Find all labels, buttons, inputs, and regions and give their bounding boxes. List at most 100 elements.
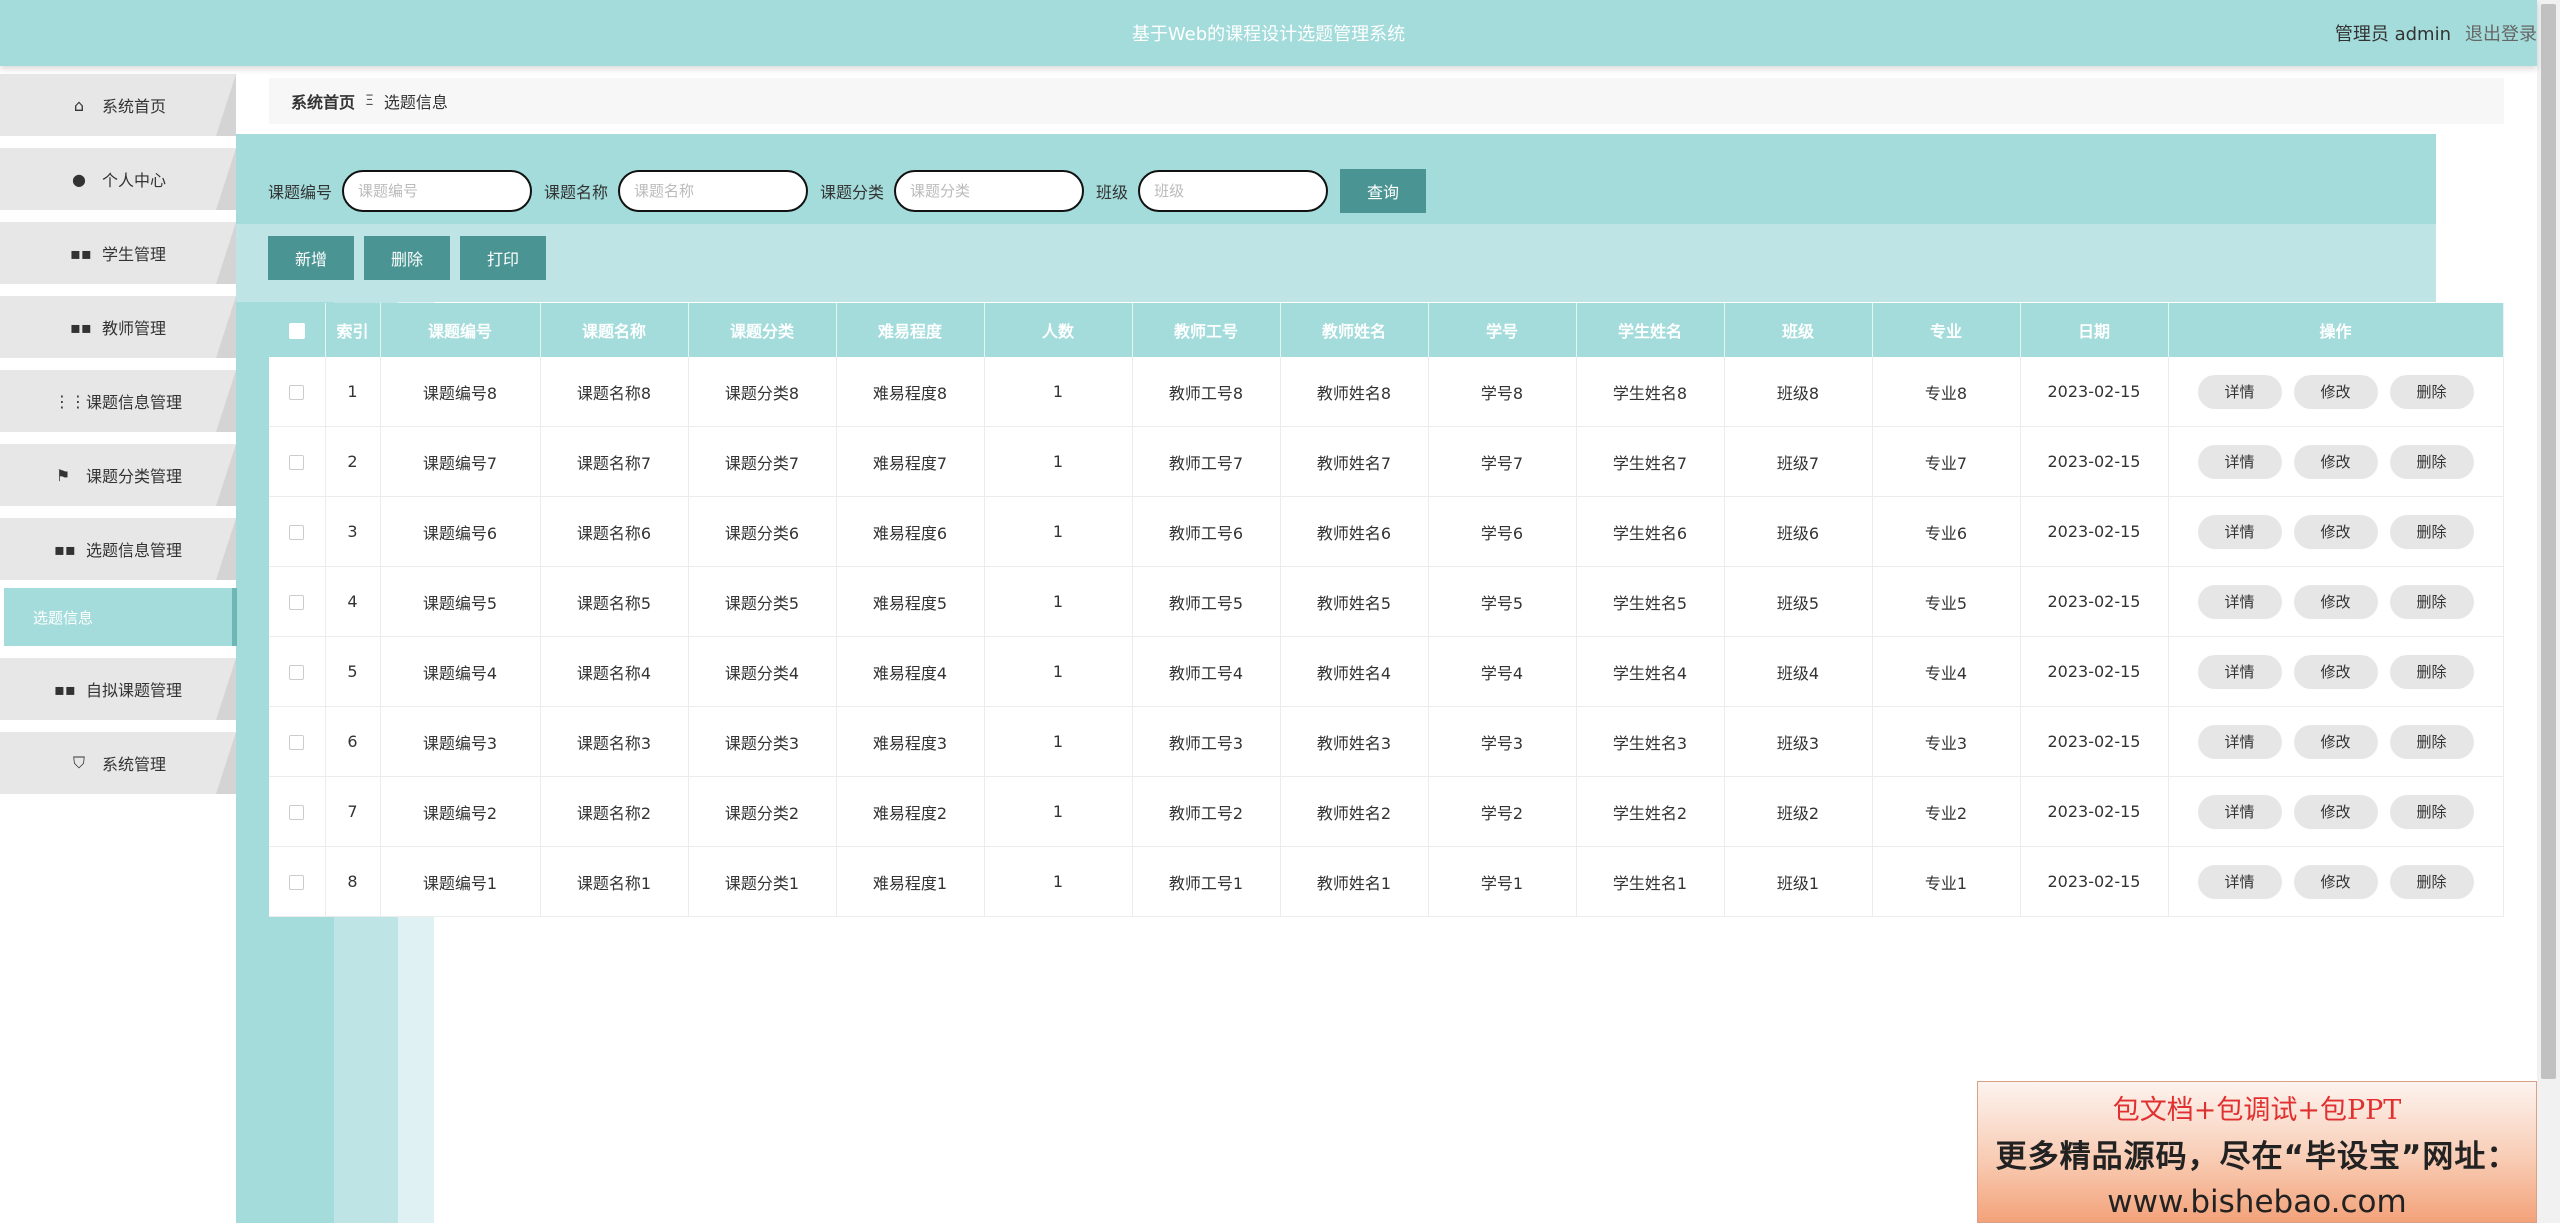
row-actions: 详情 修改 删除 [2168,846,2504,917]
column-header: 难易程度 [836,303,985,357]
sidebar-item-selection-info[interactable]: ▪▪ 选题信息管理 [0,518,236,580]
table-cell: 学生姓名5 [1576,566,1725,637]
topic-code-input[interactable] [342,170,533,212]
apps-icon: ⋮⋮ [53,391,86,411]
row-checkbox[interactable] [269,636,326,707]
table-cell: 4 [325,566,381,637]
sidebar-item-topic-info[interactable]: ⋮⋮ 课题信息管理 [0,370,236,432]
table-cell: 课题分类1 [688,846,837,917]
row-checkbox[interactable] [269,706,326,777]
table-cell: 学生姓名4 [1576,636,1725,707]
table-cell: 课题编号1 [380,846,541,917]
breadcrumb-home[interactable]: 系统首页 [291,89,355,113]
table-cell: 课题编号3 [380,706,541,777]
table-cell: 6 [325,706,381,777]
sidebar-item-students[interactable]: ▪▪ 学生管理 [0,222,236,284]
table-cell: 课题分类2 [688,776,837,847]
add-button[interactable]: 新增 [268,236,354,280]
delete-button[interactable]: 删除 [2389,514,2474,549]
edit-button[interactable]: 修改 [2293,584,2378,619]
detail-button[interactable]: 详情 [2197,654,2282,689]
edit-button[interactable]: 修改 [2293,514,2378,549]
edit-button[interactable]: 修改 [2293,864,2378,899]
row-checkbox[interactable] [269,776,326,847]
flag-icon: ⚑ [55,465,71,485]
select-all-checkbox[interactable] [269,303,326,357]
table-cell: 1 [984,776,1133,847]
sidebar-item-home[interactable]: ⌂ 系统首页 [0,74,236,136]
row-checkbox[interactable] [269,846,326,917]
detail-button[interactable]: 详情 [2197,794,2282,829]
table-cell: 课题编号8 [380,357,541,427]
table-cell: 教师工号3 [1132,706,1281,777]
delete-button[interactable]: 删除 [2389,794,2474,829]
row-checkbox[interactable] [269,566,326,637]
delete-button[interactable]: 删除 [2389,724,2474,759]
delete-button[interactable]: 删除 [2389,654,2474,689]
table-cell: 2023-02-15 [2020,706,2169,777]
table-cell: 课题分类4 [688,636,837,707]
table-cell: 1 [984,566,1133,637]
sidebar-item-topic-category[interactable]: ⚑ 课题分类管理 [0,444,236,506]
sidebar-item-custom-topic[interactable]: ▪▪ 自拟课题管理 [0,658,236,720]
delete-button[interactable]: 删除 [2389,444,2474,479]
column-header: 专业 [1872,303,2021,357]
edit-button[interactable]: 修改 [2293,374,2378,409]
edit-button[interactable]: 修改 [2293,654,2378,689]
column-header: 操作 [2168,303,2504,357]
sidebar-item-label: 课题信息管理 [85,393,182,412]
sidebar-subitem-selection[interactable]: 选题信息 [4,588,237,646]
table-cell: 7 [325,776,381,847]
table-cell: 2023-02-15 [2020,846,2169,917]
row-checkbox[interactable] [269,496,326,567]
row-checkbox[interactable] [269,426,326,497]
sidebar-item-system[interactable]: ⛉ 系统管理 [0,732,236,794]
table-cell: 2 [325,426,381,497]
delete-button[interactable]: 删除 [2389,374,2474,409]
table-cell: 班级8 [1724,357,1873,427]
detail-button[interactable]: 详情 [2197,864,2282,899]
delete-button[interactable]: 删除 [2389,864,2474,899]
table-cell: 专业7 [1872,426,2021,497]
detail-button[interactable]: 详情 [2197,724,2282,759]
table-cell: 1 [984,496,1133,567]
ad-banner[interactable]: 包文档+包调试+包PPT 更多精品源码，尽在“毕设宝”网址： www.bishe… [1977,1081,2537,1223]
detail-button[interactable]: 详情 [2197,584,2282,619]
detail-button[interactable]: 详情 [2197,374,2282,409]
query-button[interactable]: 查询 [1340,169,1427,213]
table-cell: 课题分类6 [688,496,837,567]
scrollbar-thumb[interactable] [2541,4,2556,1079]
table-cell: 课题名称7 [540,426,689,497]
table-cell: 学号1 [1428,846,1577,917]
table-cell: 2023-02-15 [2020,566,2169,637]
edit-button[interactable]: 修改 [2293,794,2378,829]
topic-name-input[interactable] [618,170,809,212]
breadcrumb-current: 选题信息 [383,93,448,112]
page-scrollbar[interactable] [2537,0,2560,1223]
sidebar-item-label: 学生管理 [101,245,166,264]
table-cell: 专业1 [1872,846,2021,917]
delete-button[interactable]: 删除 [2389,584,2474,619]
table-cell: 课题分类8 [688,357,837,427]
edit-button[interactable]: 修改 [2293,444,2378,479]
detail-button[interactable]: 详情 [2197,444,2282,479]
class-input[interactable] [1138,170,1329,212]
logout-link[interactable]: 退出登录 [2465,24,2537,45]
table-cell: 课题名称8 [540,357,689,427]
table-cell: 2023-02-15 [2020,426,2169,497]
user-label: 管理员 admin [2334,24,2451,45]
bulk-delete-button[interactable]: 删除 [364,236,450,280]
edit-button[interactable]: 修改 [2293,724,2378,759]
topic-category-input[interactable] [894,170,1085,212]
table-cell: 难易程度8 [836,357,985,427]
row-checkbox[interactable] [269,357,326,427]
table-cell: 5 [325,636,381,707]
print-button[interactable]: 打印 [460,236,546,280]
grid-icon: ▪▪ [53,539,76,559]
sidebar-item-profile[interactable]: ● 个人中心 [0,148,236,210]
table-cell: 课题编号4 [380,636,541,707]
sidebar-item-teachers[interactable]: ▪▪ 教师管理 [0,296,236,358]
detail-button[interactable]: 详情 [2197,514,2282,549]
table-cell: 课题分类5 [688,566,837,637]
column-header: 教师姓名 [1280,303,1429,357]
